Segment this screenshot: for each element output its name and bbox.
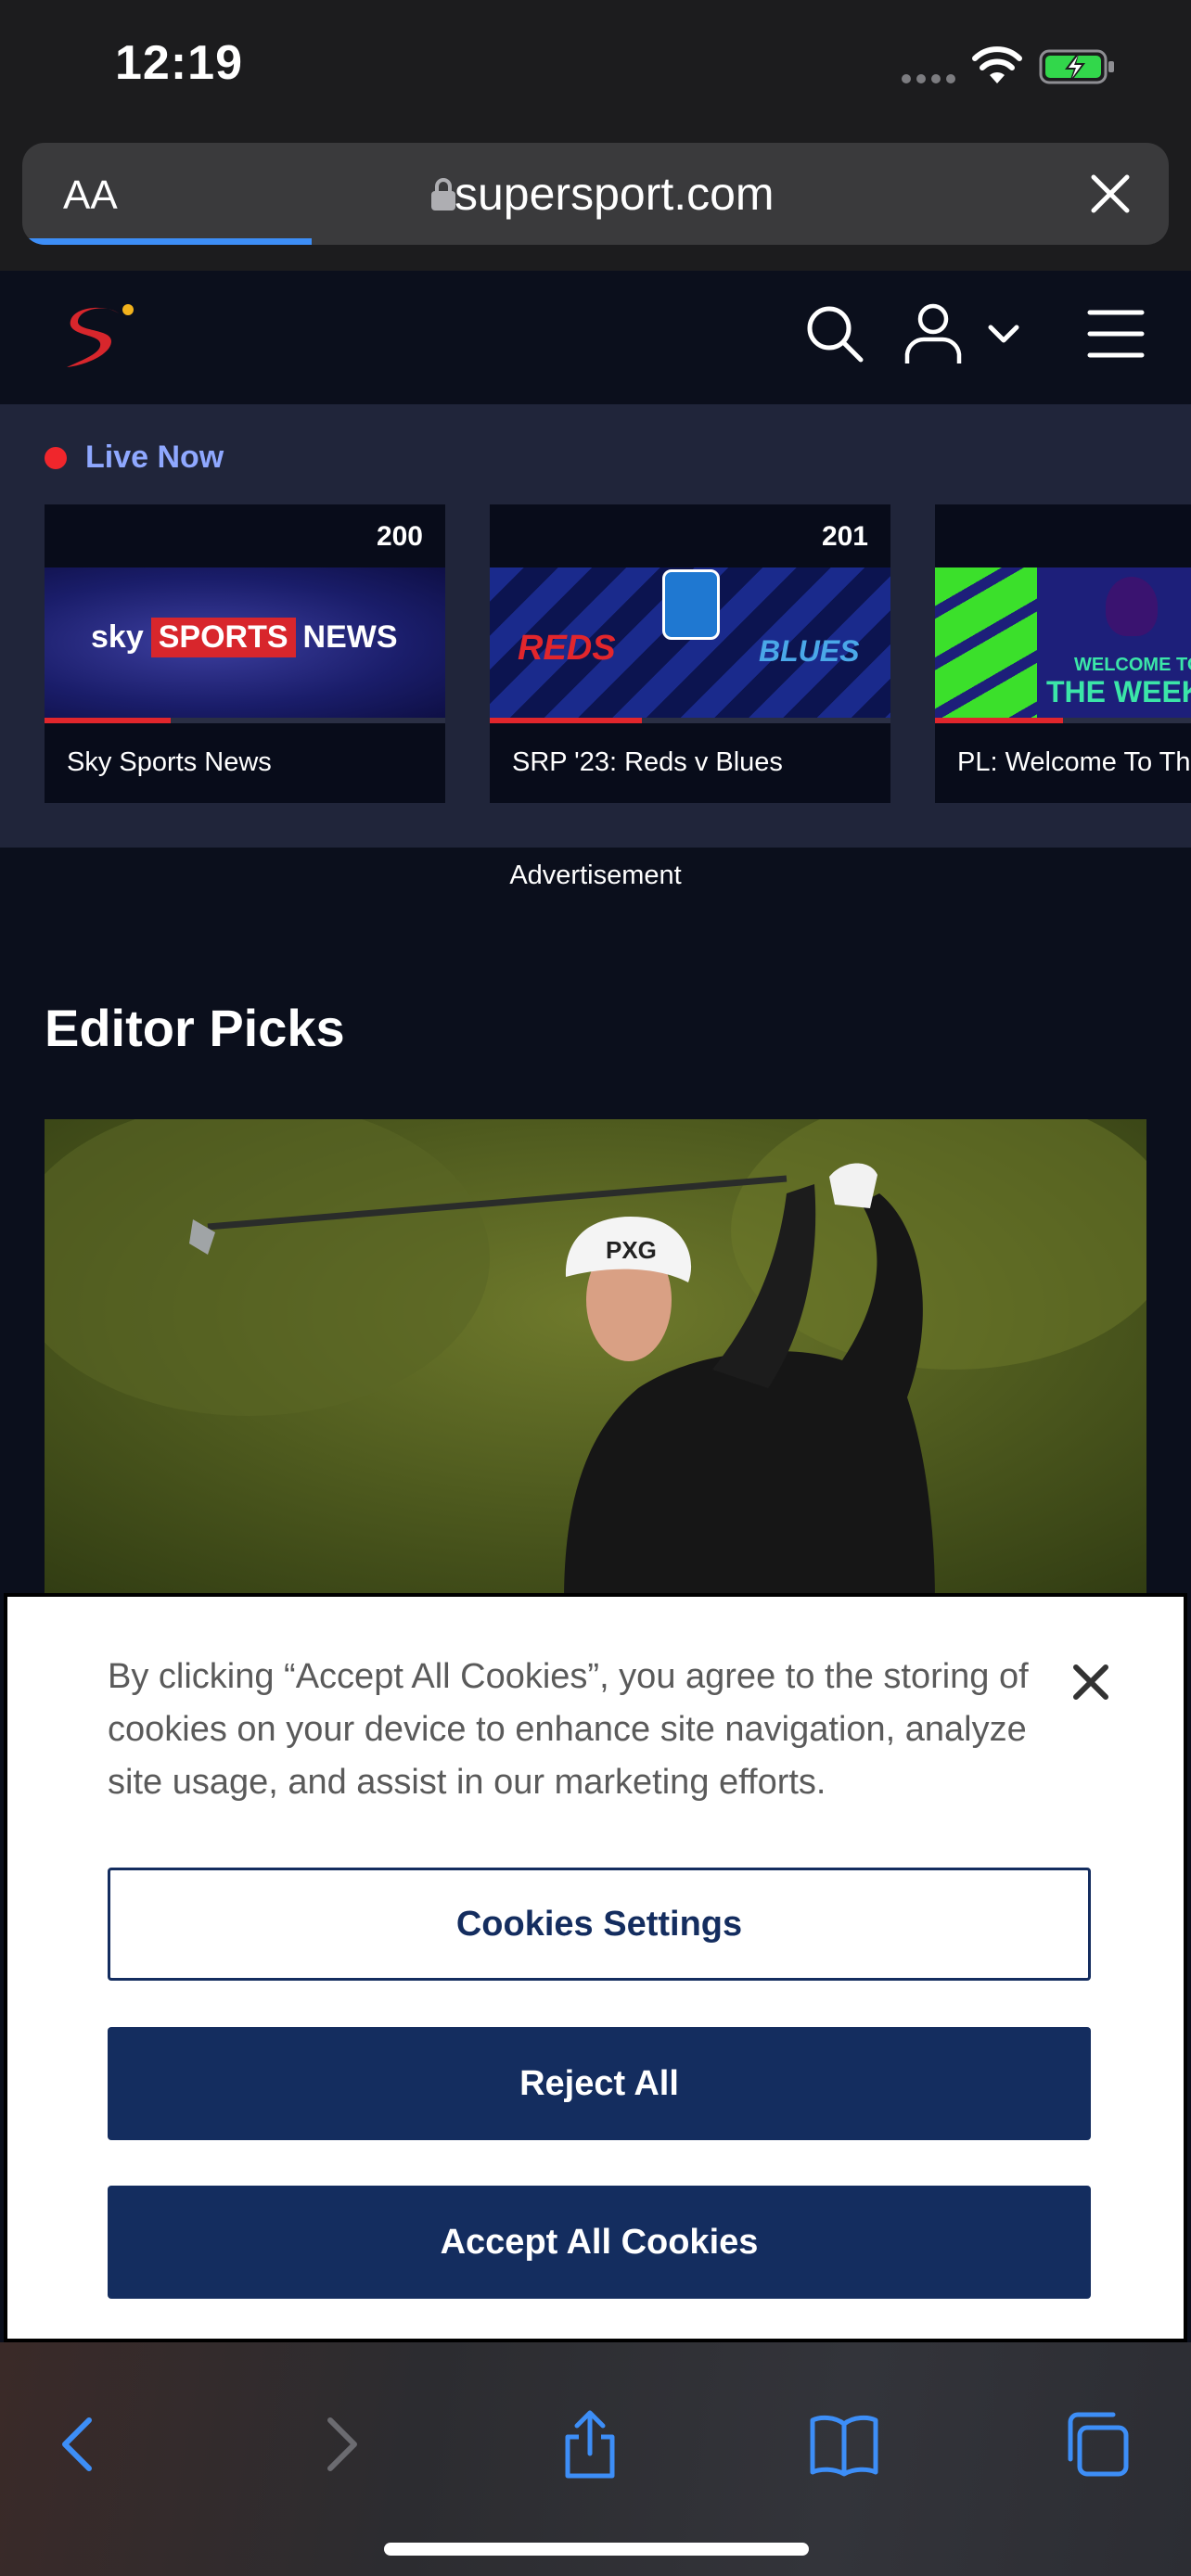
thumb-text: sky bbox=[91, 619, 144, 655]
cellular-signal-icon bbox=[902, 74, 955, 83]
super-rugby-badge bbox=[662, 569, 720, 640]
wifi-icon bbox=[972, 46, 1022, 83]
page-load-progress bbox=[22, 238, 312, 245]
battery-icon bbox=[1039, 49, 1114, 84]
live-now-header: Live Now bbox=[45, 440, 224, 476]
thumb-text: NEWS bbox=[302, 619, 398, 655]
thumb-text: BLUES bbox=[759, 634, 860, 668]
live-now-label: Live Now bbox=[85, 440, 224, 475]
cookie-consent-banner: By clicking “Accept All Cookies”, you ag… bbox=[4, 1593, 1187, 2342]
thumb-text: WELCOME TO bbox=[1074, 655, 1191, 675]
forward-icon[interactable] bbox=[302, 2407, 377, 2481]
user-icon[interactable] bbox=[903, 302, 963, 367]
tabs-icon[interactable] bbox=[1059, 2407, 1133, 2481]
status-bar: 12:19 bbox=[0, 0, 1191, 139]
close-icon[interactable] bbox=[1089, 172, 1132, 215]
card-thumbnail: WELCOME TO THE WEEKEN bbox=[935, 567, 1191, 718]
thumb-text: THE WEEKEN bbox=[1046, 675, 1191, 708]
live-card[interactable]: 201 REDS BLUES SRP '23: Reds v Blues bbox=[490, 504, 890, 803]
editor-pick-hero-image[interactable]: PXG bbox=[45, 1119, 1146, 1601]
advertisement-label: Advertisement bbox=[509, 861, 682, 890]
site-header bbox=[0, 271, 1191, 404]
live-now-section: Live Now 200 sky SPORTS NEWS Sky Sports … bbox=[0, 404, 1191, 848]
text-size-label: AA bbox=[63, 172, 118, 218]
lock-icon bbox=[431, 178, 455, 210]
status-time: 12:19 bbox=[115, 36, 243, 90]
back-icon[interactable] bbox=[43, 2407, 117, 2481]
search-icon[interactable] bbox=[805, 304, 864, 363]
card-title: PL: Welcome To Th bbox=[957, 747, 1191, 777]
channel-number: 201 bbox=[821, 521, 868, 552]
address-bar[interactable]: AA supersport.com bbox=[22, 143, 1169, 245]
home-indicator[interactable] bbox=[384, 2543, 809, 2556]
cookies-settings-button[interactable]: Cookies Settings bbox=[108, 1868, 1091, 1981]
thumb-text: REDS bbox=[518, 629, 616, 668]
hamburger-menu-icon[interactable] bbox=[1087, 308, 1145, 360]
share-icon[interactable] bbox=[553, 2407, 627, 2481]
thumb-text: SPORTS bbox=[150, 618, 296, 657]
bookmarks-icon[interactable] bbox=[807, 2407, 881, 2481]
reject-all-button[interactable]: Reject All bbox=[108, 2027, 1091, 2140]
url-text[interactable]: supersport.com bbox=[455, 167, 775, 221]
progress-bar bbox=[490, 718, 890, 723]
live-card[interactable]: WELCOME TO THE WEEKEN PL: Welcome To Th bbox=[935, 504, 1191, 803]
editor-picks-title: Editor Picks bbox=[45, 999, 345, 1057]
live-card[interactable]: 200 sky SPORTS NEWS Sky Sports News bbox=[45, 504, 445, 803]
premier-league-lion-icon bbox=[1106, 577, 1158, 636]
svg-text:PXG: PXG bbox=[606, 1236, 657, 1264]
card-title: SRP '23: Reds v Blues bbox=[512, 747, 783, 777]
accept-all-cookies-button[interactable]: Accept All Cookies bbox=[108, 2186, 1091, 2299]
progress-bar bbox=[45, 718, 445, 723]
browser-address-area: AA supersport.com bbox=[0, 139, 1191, 271]
browser-toolbar bbox=[0, 2342, 1191, 2576]
golfer-photo: PXG bbox=[45, 1119, 1146, 1601]
close-icon[interactable] bbox=[1070, 1662, 1111, 1702]
live-indicator-dot bbox=[45, 446, 67, 469]
card-thumbnail: REDS BLUES bbox=[490, 567, 890, 718]
chevron-down-icon[interactable] bbox=[987, 323, 1020, 345]
text-size-button[interactable]: AA bbox=[63, 172, 118, 219]
supersport-logo[interactable] bbox=[59, 300, 137, 376]
cookie-message: By clicking “Accept All Cookies”, you ag… bbox=[108, 1657, 1029, 1802]
channel-number: 200 bbox=[376, 521, 423, 552]
progress-bar bbox=[935, 718, 1191, 723]
card-title: Sky Sports News bbox=[67, 747, 272, 777]
card-thumbnail: sky SPORTS NEWS bbox=[45, 567, 445, 718]
